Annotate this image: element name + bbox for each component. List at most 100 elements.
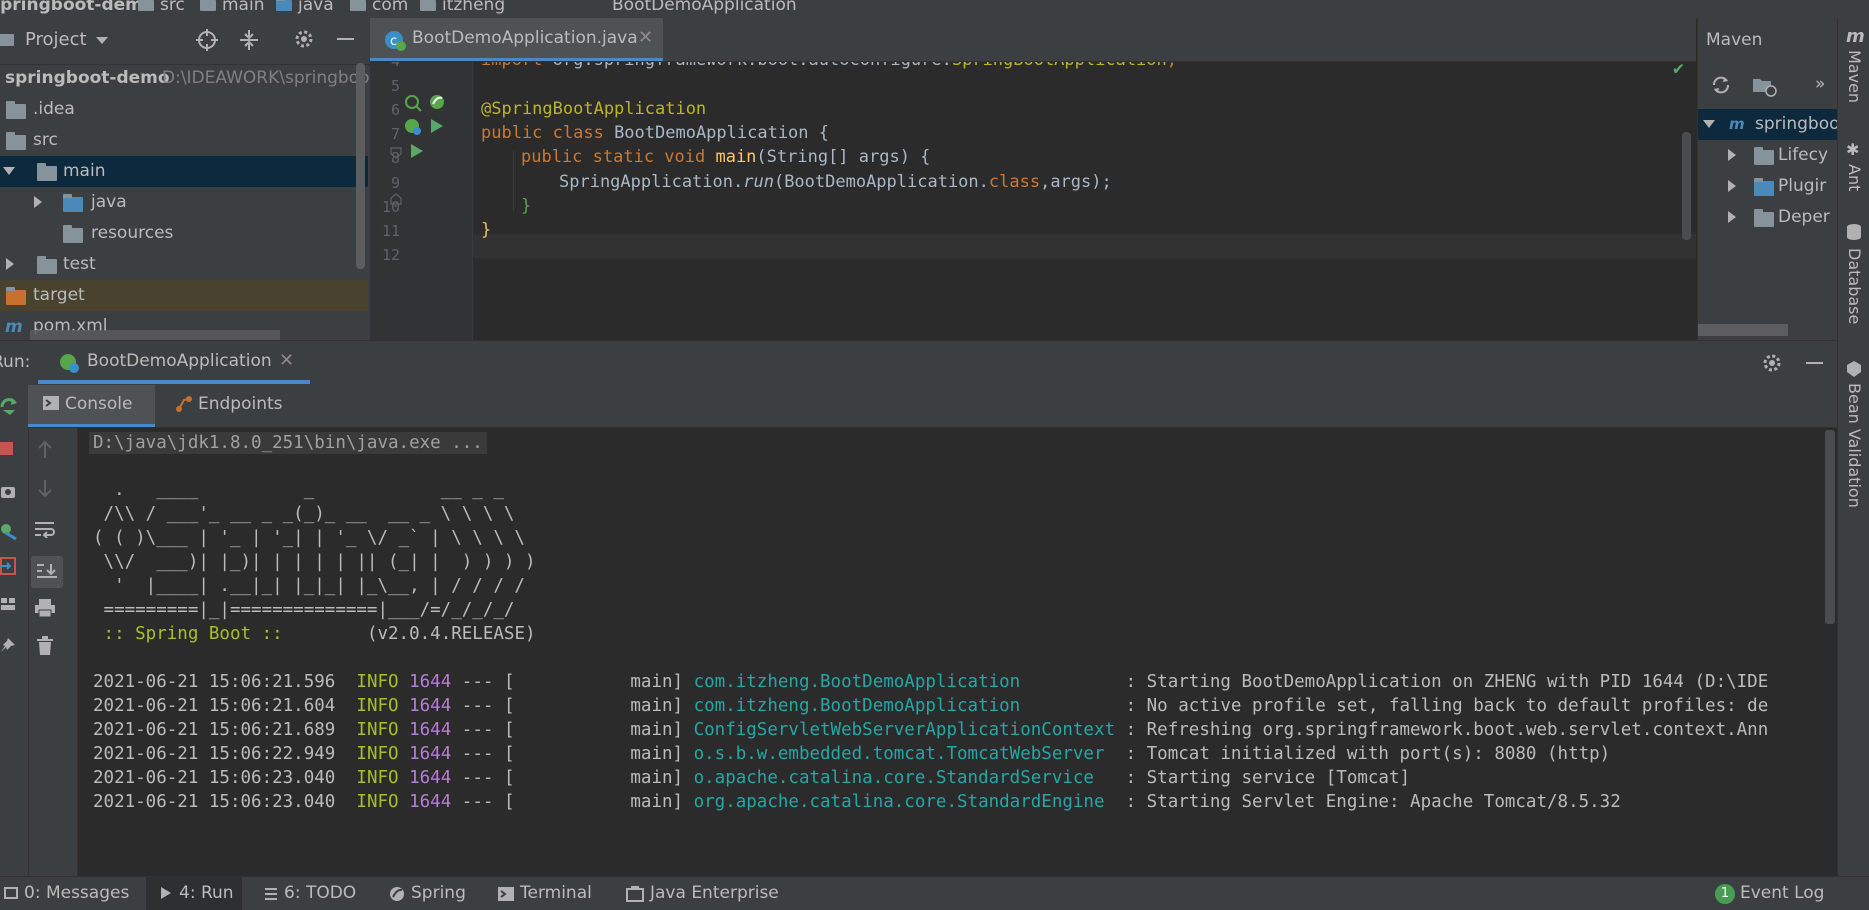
log-thread: --- [ main] [451, 696, 694, 716]
ant-side-tab[interactable]: Ant [1845, 164, 1864, 191]
tree-item-resources[interactable]: resources [0, 218, 368, 249]
gear-icon[interactable] [1761, 352, 1783, 374]
project-panel: Project springboot-demo D:\IDEAWORK\spri… [0, 18, 370, 342]
tree-item-java[interactable]: java [0, 187, 368, 218]
log-timestamp: 2021-06-21 15:06:23.040 [93, 792, 336, 812]
messages-tool-button[interactable]: 0: Messages [0, 877, 135, 910]
tree-item-label: java [91, 192, 127, 212]
tree-item-src[interactable]: src [0, 125, 368, 156]
breadcrumb-item[interactable]: main [200, 0, 264, 15]
more-icon[interactable]: » [1815, 74, 1825, 94]
soft-wrap-icon[interactable] [34, 520, 56, 538]
log-pid: 1644 [409, 696, 452, 716]
tree-item-root[interactable]: springboot-demo D:\IDEAWORK\springboo [0, 63, 370, 94]
expand-arrow-icon[interactable] [2, 164, 16, 178]
tree-item-pom[interactable]: m pom.xml [0, 311, 368, 342]
database-side-tab[interactable]: Database [1845, 248, 1864, 324]
breadcrumb-item[interactable]: com [350, 0, 408, 15]
tree-item-test[interactable]: test [0, 249, 368, 280]
java-enterprise-tool-button[interactable]: Java Enterprise [626, 877, 786, 910]
run-config-tab[interactable]: BootDemoApplication ✕ [38, 341, 310, 384]
tree-item-label: target [33, 285, 85, 305]
breadcrumb-item[interactable]: src [138, 0, 185, 15]
pin-icon[interactable] [0, 637, 16, 653]
chevron-down-icon[interactable] [95, 30, 109, 50]
collapsed-arrow-icon[interactable] [3, 257, 17, 271]
tab-endpoints[interactable]: Endpoints [155, 385, 283, 427]
editor-scrollbar[interactable] [1682, 132, 1691, 240]
minimize-icon[interactable] [337, 38, 354, 40]
code-line: public static void main(String[] args) { [521, 147, 930, 167]
project-title[interactable]: Project [25, 29, 87, 50]
arrow-down-icon[interactable] [36, 478, 54, 498]
breadcrumb-item[interactable]: BootDemoApplication [612, 0, 797, 15]
maven-side-tab[interactable]: Maven [1845, 50, 1864, 103]
breadcrumb-item[interactable]: itzheng [420, 0, 505, 15]
horizontal-scrollbar[interactable] [1698, 324, 1788, 336]
console-output[interactable]: D:\java\jdk1.8.0_251\bin\java.exe ... . … [78, 428, 1837, 876]
exit-icon[interactable] [0, 557, 16, 575]
log-thread: --- [ main] [451, 792, 694, 812]
list-icon [264, 887, 278, 901]
log-logger: com.itzheng.BootDemoApplication [693, 672, 1116, 692]
line-number: 11 [381, 222, 400, 240]
fold-icon[interactable] [390, 147, 402, 159]
tree-item-target[interactable]: target [0, 280, 368, 311]
log-pid: 1644 [409, 768, 452, 788]
code-line: } [521, 196, 532, 216]
spring-tool-button[interactable]: Spring [385, 877, 485, 910]
code-editor[interactable]: 4 5 6 7 8 9 10 11 12 import org.springfr… [370, 62, 1696, 340]
breadcrumb-project[interactable]: springboot-demo [0, 0, 155, 15]
update-running-icon[interactable] [0, 521, 18, 541]
stop-icon[interactable] [0, 442, 13, 455]
collapsed-arrow-icon[interactable] [1725, 179, 1739, 193]
spring-boot-label: :: Spring Boot :: [93, 624, 294, 644]
run-tool-button[interactable]: 4: Run [146, 877, 242, 910]
terminal-tool-button[interactable]: Terminal [496, 877, 606, 910]
tab-console[interactable]: Console [28, 385, 155, 427]
rerun-icon[interactable] [0, 397, 18, 417]
maven-tree-item[interactable]: Plugir [1698, 171, 1838, 202]
log-line: 2021-06-21 15:06:22.949 INFO 1644 --- [ … [93, 744, 1610, 764]
gear-icon[interactable] [293, 28, 315, 50]
spring-config-icon[interactable] [428, 93, 446, 111]
log-pid: 1644 [409, 744, 452, 764]
tree-item-main[interactable]: main [0, 156, 368, 187]
minimize-icon[interactable] [1806, 362, 1823, 364]
maven-tree-item[interactable]: Lifecy [1698, 140, 1838, 171]
spring-bean-icon[interactable] [404, 94, 422, 112]
console-scrollbar[interactable] [1825, 430, 1835, 624]
fold-icon[interactable] [390, 193, 402, 205]
inspection-ok-icon[interactable]: ✔ [1673, 62, 1684, 79]
editor-tab[interactable]: c BootDemoApplication.java ✕ [370, 18, 663, 61]
layout-icon[interactable] [0, 597, 16, 611]
editor-tab-label: BootDemoApplication.java [412, 28, 638, 48]
vertical-scrollbar[interactable] [356, 63, 365, 269]
collapse-all-icon[interactable] [239, 29, 259, 51]
run-gutter-icon[interactable] [430, 118, 444, 134]
close-icon[interactable]: ✕ [279, 350, 294, 371]
tree-item-idea[interactable]: .idea [0, 94, 368, 125]
scroll-to-end-toggle[interactable] [31, 556, 63, 588]
spring-boot-run-icon[interactable] [404, 118, 422, 136]
maven-tree-item[interactable]: Deper [1698, 202, 1838, 233]
bean-validation-side-tab[interactable]: Bean Validation [1845, 383, 1864, 508]
collapsed-arrow-icon[interactable] [1725, 148, 1739, 162]
trash-icon[interactable] [36, 636, 54, 656]
console-command[interactable]: D:\java\jdk1.8.0_251\bin\java.exe ... [89, 432, 487, 454]
reimport-folder-icon[interactable] [1752, 75, 1778, 97]
print-icon[interactable] [34, 598, 56, 618]
collapsed-arrow-icon[interactable] [31, 195, 45, 209]
close-icon[interactable]: ✕ [638, 27, 653, 48]
arrow-up-icon[interactable] [36, 440, 54, 460]
maven-tree-root[interactable]: m springboo [1698, 109, 1838, 140]
locate-icon[interactable] [196, 29, 218, 51]
collapsed-arrow-icon[interactable] [1725, 210, 1739, 224]
camera-icon[interactable] [0, 483, 16, 499]
refresh-icon[interactable] [1710, 74, 1732, 96]
todo-tool-button[interactable]: 6: TODO [260, 877, 370, 910]
breadcrumb-item[interactable]: java [276, 0, 334, 15]
run-gutter-icon[interactable] [410, 143, 424, 159]
event-log-button[interactable]: 1 Event Log [1712, 877, 1832, 910]
expand-arrow-icon[interactable] [1702, 117, 1716, 131]
